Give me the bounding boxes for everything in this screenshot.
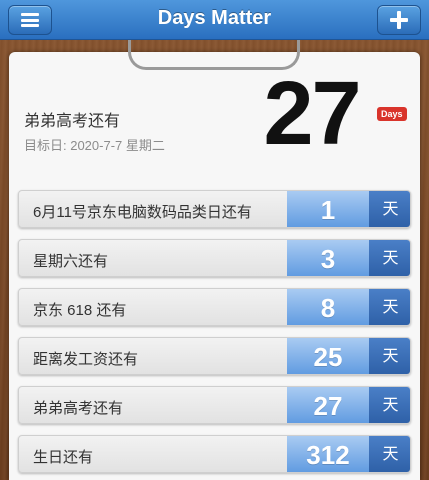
- event-unit: 天: [369, 240, 410, 276]
- featured-event[interactable]: 弟弟高考还有 目标日: 2020-7-7 星期二 27 Days: [9, 52, 420, 177]
- event-count: 1: [287, 191, 369, 227]
- list-item[interactable]: 京东 618 还有 8 天: [18, 288, 411, 326]
- event-label: 弟弟高考还有: [33, 400, 124, 417]
- event-label: 星期六还有: [33, 253, 109, 270]
- featured-event-date: 目标日: 2020-7-7 星期二: [24, 138, 165, 153]
- top-bar: Days Matter: [0, 0, 429, 40]
- featured-event-count: 27: [263, 64, 361, 164]
- list-item[interactable]: 生日还有 312 天: [18, 435, 411, 473]
- list-item[interactable]: 星期六还有 3 天: [18, 239, 411, 277]
- event-count: 3: [287, 240, 369, 276]
- event-unit: 天: [369, 387, 410, 423]
- event-unit: 天: [369, 191, 410, 227]
- event-count: 27: [287, 387, 369, 423]
- event-label: 距离发工资还有: [33, 351, 139, 368]
- event-label: 6月11号京东电脑数码品类日还有: [33, 204, 252, 221]
- event-count: 312: [287, 436, 369, 472]
- plus-icon: [390, 11, 408, 29]
- list-item[interactable]: 距离发工资还有 25 天: [18, 337, 411, 375]
- event-count: 25: [287, 338, 369, 374]
- event-label: 京东 618 还有: [33, 302, 127, 319]
- app-title: Days Matter: [157, 7, 272, 29]
- list-item[interactable]: 6月11号京东电脑数码品类日还有 1 天: [18, 190, 411, 228]
- days-badge: Days: [377, 107, 407, 121]
- add-button[interactable]: [377, 5, 421, 35]
- list-item[interactable]: 弟弟高考还有 27 天: [18, 386, 411, 424]
- event-label: 生日还有: [33, 449, 94, 466]
- featured-event-title: 弟弟高考还有: [24, 113, 121, 130]
- event-count: 8: [287, 289, 369, 325]
- event-unit: 天: [369, 436, 410, 472]
- event-unit: 天: [369, 338, 410, 374]
- event-unit: 天: [369, 289, 410, 325]
